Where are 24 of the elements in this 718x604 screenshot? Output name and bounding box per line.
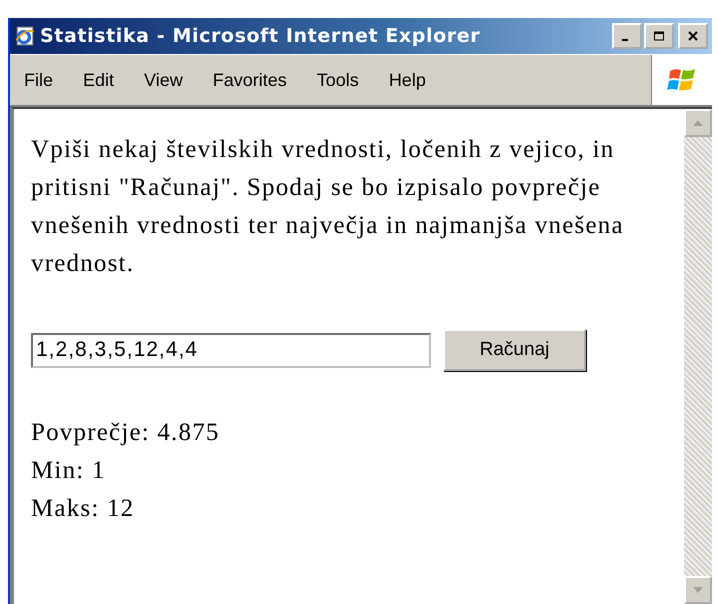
menu-item[interactable]: View [144, 70, 183, 90]
scroll-up-button[interactable] [684, 109, 712, 137]
result-text: Min: 1 [31, 456, 107, 486]
menu-item[interactable]: Tools [316, 70, 359, 90]
menu-item[interactable]: Edit [83, 70, 114, 90]
close-icon [688, 31, 698, 41]
calculate-button[interactable]: Računaj [443, 329, 586, 371]
maximize-icon [654, 31, 664, 41]
instruction-text: Vpiši nekaj številskih vrednosti, ločenih z vejico, in pritisni "Računaj". Spodaj se bo izpisalo povprečje vnešenih vrednosti ter največja in najmanjša vnešena vrednost. [31, 135, 625, 279]
result-text: Povprečje: 4.875 [31, 418, 221, 448]
result-text: Maks: 12 [31, 494, 136, 524]
close-button[interactable] [678, 23, 708, 49]
input-field[interactable]: 1,2,8,3,5,12,4,4 [31, 332, 431, 368]
scroll-down-button[interactable] [684, 576, 712, 604]
minimize-icon [622, 39, 628, 41]
scrollbar[interactable] [684, 109, 712, 604]
down-arrow-icon [693, 587, 703, 593]
menu-item[interactable]: Favorites [212, 70, 287, 90]
window-title: Statistika - Microsoft Internet Explorer [40, 25, 482, 47]
up-arrow-icon [693, 120, 703, 126]
menu-item[interactable]: Help [388, 70, 426, 90]
browser-icon [14, 25, 36, 47]
maximize-button[interactable] [644, 23, 674, 49]
menu-item[interactable]: File [24, 70, 54, 90]
